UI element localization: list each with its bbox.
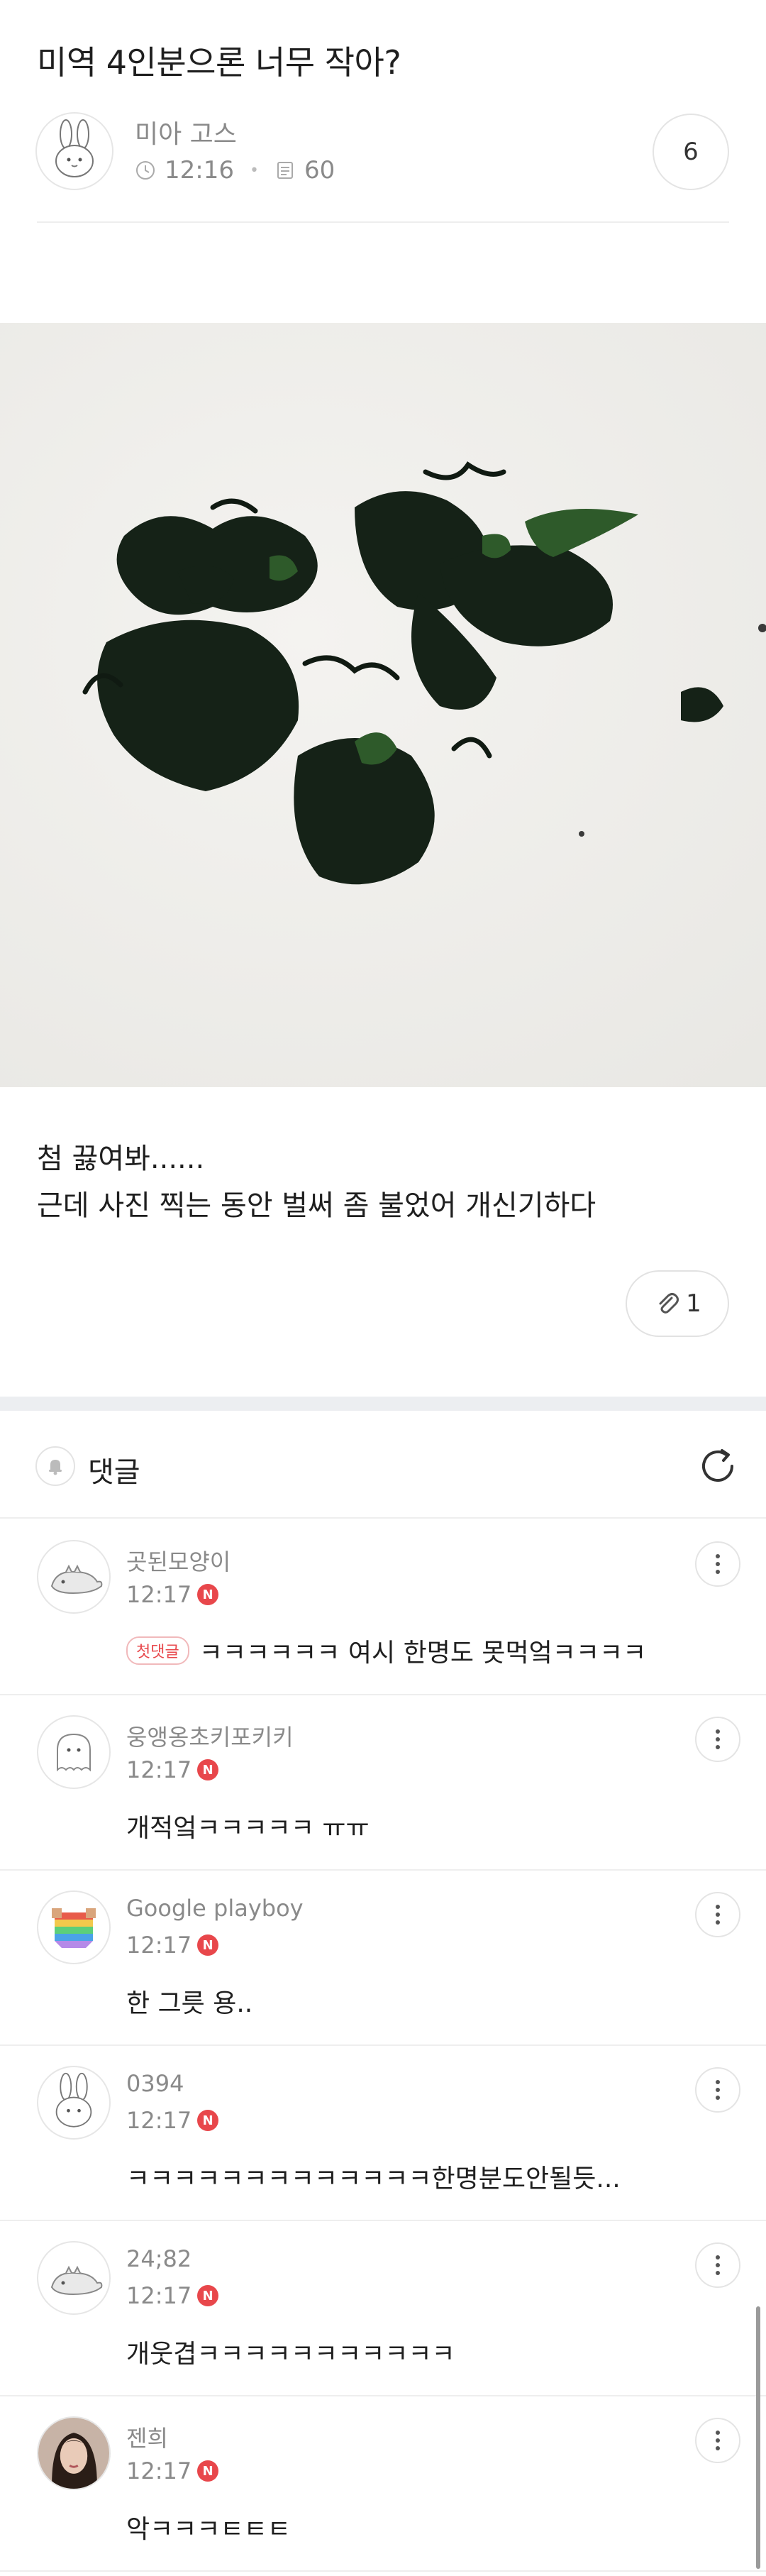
- rainbow-avatar-icon: [52, 1908, 96, 1948]
- comment-time: 12:17 N: [126, 2107, 219, 2134]
- comments-header: 댓글: [0, 1411, 766, 1519]
- comment-text: 첫댓글 ㅋㅋㅋㅋㅋㅋ 여시 한명도 못먹엌ㅋㅋㅋㅋ: [126, 1632, 646, 1669]
- comment-time: 12:17 N: [126, 1932, 219, 1959]
- author-avatar[interactable]: [35, 112, 113, 190]
- post-body-line: 첨 끓여봐......: [37, 1143, 205, 1175]
- post-time: 12:16: [165, 156, 234, 185]
- more-options-icon[interactable]: [695, 1541, 740, 1587]
- comment-time-text: 12:17: [126, 2107, 192, 2134]
- clock-icon: [135, 160, 156, 181]
- comment-item: 젠희 12:17 N 악ㅋㅋㅋㅌㅌㅌ: [0, 2396, 766, 2572]
- comment-item: 0394 12:17 N ㅋㅋㅋㅋㅋㅋㅋㅋㅋㅋㅋㅋㅋ한명분도안될듯...: [0, 2046, 766, 2221]
- meta-separator: •: [249, 161, 259, 180]
- commenter-name[interactable]: 0394: [126, 2070, 184, 2097]
- comment-text: 악ㅋㅋㅋㅌㅌㅌ: [126, 2515, 291, 2544]
- comment-text: ㅋㅋㅋㅋㅋㅋㅋㅋㅋㅋㅋㅋㅋ한명분도안될듯...: [126, 2164, 621, 2194]
- comment-count-button[interactable]: 6: [653, 114, 729, 190]
- dino-avatar-icon: [50, 2265, 103, 2296]
- comment-time-text: 12:17: [126, 1932, 192, 1959]
- comment-item: Google playboy 12:17 N 한 그릇 용..: [0, 1871, 766, 2046]
- comment-text: 개웃겹ㅋㅋㅋㅋㅋㅋㅋㅋㅋㅋㅋ: [126, 2340, 455, 2369]
- post-title: 미역 4인분으론 너무 작아?: [37, 43, 401, 82]
- ghost-avatar-icon: [57, 1733, 91, 1772]
- more-options-icon[interactable]: [695, 1892, 740, 1937]
- first-comment-badge: 첫댓글: [126, 1636, 189, 1665]
- header-divider: [37, 221, 729, 223]
- seaweed-photo: [0, 323, 766, 1087]
- refresh-icon[interactable]: [695, 1443, 740, 1489]
- comment-time: 12:17 N: [126, 2282, 219, 2309]
- scrollbar[interactable]: [756, 2306, 760, 2569]
- dino-avatar-icon: [50, 1564, 103, 1595]
- comment-text: 개적엌ㅋㅋㅋㅋㅋ ㅠㅠ: [126, 1814, 370, 1843]
- bell-icon: [49, 1460, 62, 1475]
- commenter-name[interactable]: 웅앵옹초키포키키: [126, 1719, 294, 1752]
- post-image[interactable]: [0, 323, 766, 1087]
- comment-item: 웅앵옹초키포키키 12:17 N 개적엌ㅋㅋㅋㅋㅋ ㅠㅠ: [0, 1695, 766, 1871]
- comments-title: 댓글: [88, 1456, 140, 1489]
- comment-text-content: ㅋㅋㅋㅋㅋㅋ 여시 한명도 못먹엌ㅋㅋㅋㅋ: [199, 1639, 647, 1668]
- commenter-avatar[interactable]: [37, 1715, 111, 1789]
- post-views: 60: [304, 156, 335, 185]
- more-options-icon[interactable]: [695, 2242, 740, 2288]
- commenter-name[interactable]: 24;82: [126, 2245, 192, 2272]
- new-badge-icon: N: [197, 2110, 219, 2131]
- comment-time-text: 12:17: [126, 1756, 192, 1783]
- bunny-avatar-icon: [55, 119, 94, 177]
- commenter-name[interactable]: Google playboy: [126, 1895, 304, 1922]
- more-options-icon[interactable]: [695, 2067, 740, 2113]
- comment-text: 한 그릇 용..: [126, 1989, 253, 2018]
- paperclip-icon: [659, 1293, 679, 1314]
- author-name[interactable]: 미아 고스: [135, 114, 237, 150]
- document-icon: [274, 160, 296, 181]
- commenter-avatar[interactable]: [37, 2416, 111, 2490]
- commenter-avatar[interactable]: [37, 2241, 111, 2315]
- commenter-avatar[interactable]: [37, 2066, 111, 2140]
- section-divider: [0, 1397, 766, 1411]
- comment-time-text: 12:17: [126, 2457, 192, 2484]
- attachment-button[interactable]: 1: [626, 1270, 729, 1337]
- comment-time: 12:17 N: [126, 1756, 219, 1783]
- new-badge-icon: N: [197, 1584, 219, 1605]
- more-options-icon[interactable]: [695, 1717, 740, 1762]
- more-options-icon[interactable]: [695, 2418, 740, 2463]
- comment-time: 12:17 N: [126, 2457, 219, 2484]
- new-badge-icon: N: [197, 2460, 219, 2482]
- comment-time-text: 12:17: [126, 1581, 192, 1608]
- comment-item: 곳된모양이 12:17 N 첫댓글 ㅋㅋㅋㅋㅋㅋ 여시 한명도 못먹엌ㅋㅋㅋㅋ: [0, 1520, 766, 1695]
- notification-toggle[interactable]: [35, 1446, 75, 1486]
- new-badge-icon: N: [197, 1759, 219, 1780]
- comment-time: 12:17 N: [126, 1581, 219, 1608]
- bunny-avatar-icon: [55, 2072, 92, 2128]
- commenter-name[interactable]: 곳된모양이: [126, 1544, 231, 1577]
- comment-time-text: 12:17: [126, 2282, 192, 2309]
- portrait-avatar-icon: [38, 2418, 109, 2489]
- post-meta: 12:16 • 60: [135, 156, 335, 185]
- post-body-line: 근데 사진 찍는 동안 벌써 좀 불었어 개신기하다: [37, 1189, 596, 1222]
- commenter-avatar[interactable]: [37, 1540, 111, 1614]
- attachment-count: 1: [686, 1289, 701, 1318]
- new-badge-icon: N: [197, 2285, 219, 2306]
- commenter-avatar[interactable]: [37, 1890, 111, 1964]
- new-badge-icon: N: [197, 1934, 219, 1956]
- commenter-name[interactable]: 젠희: [126, 2421, 168, 2453]
- comment-item: 24;82 12:17 N 개웃겹ㅋㅋㅋㅋㅋㅋㅋㅋㅋㅋㅋ: [0, 2221, 766, 2396]
